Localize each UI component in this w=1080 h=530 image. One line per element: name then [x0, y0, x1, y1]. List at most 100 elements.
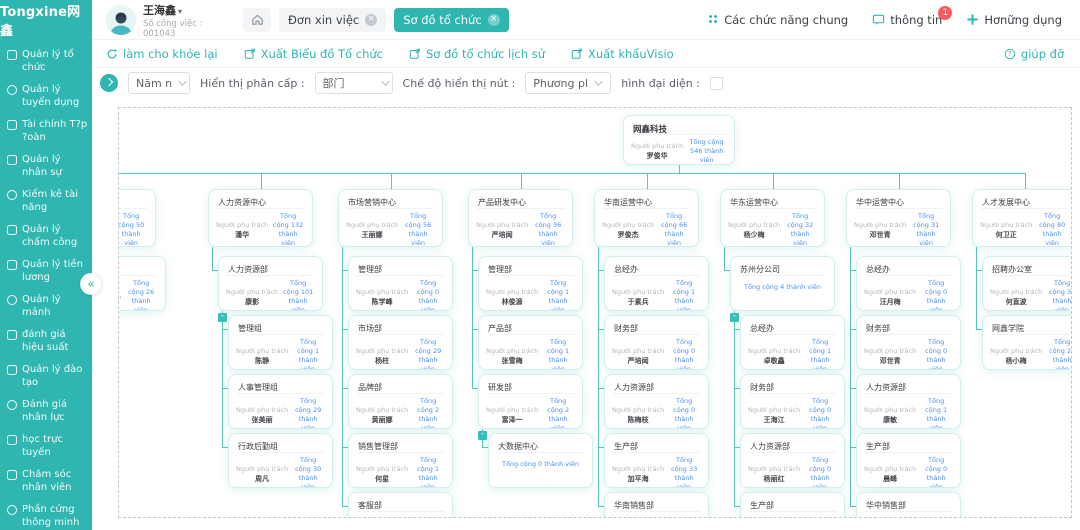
help-button[interactable]: ? giúp đỡ [1004, 47, 1064, 61]
sidebar-collapse-button[interactable]: « [80, 273, 102, 295]
org-node-member-count[interactable]: Tổng cộng 56 thành viên [401, 212, 435, 247]
sidebar-item-3[interactable]: Tài chính T?p ?oàn [0, 114, 92, 149]
org-node-c7[interactable]: 华中运营中心Người phụ trách邓世青Tổng cộng 31 thà… [846, 189, 951, 247]
sidebar-item-2[interactable]: Quản lý tuyển dụng [0, 79, 92, 114]
org-node-member-count[interactable]: Tổng cộng 0 thành viên [667, 397, 701, 429]
avatar-checkbox[interactable] [710, 77, 723, 90]
org-node-c8b[interactable]: 网鑫学院Người phụ trách杨小梅Tổng cộng 25 thành… [982, 315, 1072, 370]
org-node-member-count[interactable]: Tổng cộng 36 thành viên [531, 212, 565, 247]
org-node-c6a4[interactable]: 生产部 [740, 492, 845, 518]
org-node-member-count[interactable]: Tổng cộng 25 thành viên [1045, 338, 1072, 370]
org-node-c3e[interactable]: 客服部 [348, 492, 453, 518]
sidebar-item-14[interactable]: Phần cứng thông minh [0, 499, 92, 530]
org-node-member-count[interactable]: Tổng cộng 2 thành viên [541, 397, 575, 429]
org-node-member-count[interactable]: Tổng cộng 1 thành viên [803, 338, 837, 370]
org-node-member-count[interactable]: Tổng cộng 0 thành viên [803, 456, 837, 488]
org-node-c3b[interactable]: 市场部Người phụ trách杨柱Tổng cộng 29 thành v… [348, 315, 453, 370]
org-node-member-count[interactable]: Tổng cộng 1 thành viên [291, 338, 325, 370]
refresh-button[interactable]: làm cho khỏe lại [106, 47, 218, 61]
sidebar-item-8[interactable]: Quản lý mảnh [0, 289, 92, 324]
org-node-c7c[interactable]: 人力资源部Người phụ trách康敏Tổng cộng 1 thành … [856, 374, 961, 429]
org-node-c4a[interactable]: 管理部Người phụ trách林俊源Tổng cộng 1 thành v… [478, 256, 583, 311]
home-tab[interactable] [243, 8, 271, 32]
sidebar-item-6[interactable]: Quản lý chấm công [0, 219, 92, 254]
org-node-c2a[interactable]: 人力资源部Người phụ trách康影Tổng cộng 101 thàn… [218, 256, 323, 311]
org-node-member-count[interactable]: Tổng cộng 50 thành viên [118, 212, 148, 247]
sidebar-item-7[interactable]: Quản lý tiền lương [0, 254, 92, 289]
org-node-member-count[interactable]: Tổng cộng 1 thành viên [541, 338, 575, 370]
sidebar-item-5[interactable]: Kiểm kê tài năng [0, 184, 92, 219]
org-node-c4c1[interactable]: 大数据中心Tổng cộng 0 thành viên [488, 433, 593, 488]
org-node-member-count[interactable]: Tổng cộng 0 thành viên [667, 338, 701, 370]
org-node-c5a[interactable]: 总经办Người phụ trách于素兵Tổng cộng 1 thành v… [604, 256, 709, 311]
close-icon[interactable]: × [365, 14, 377, 26]
close-icon[interactable]: × [488, 14, 500, 26]
apps-button[interactable]: Hơnững dụng [966, 13, 1062, 27]
org-node-member-count[interactable]: Tổng cộng 0 thành viên [803, 397, 837, 429]
org-node-member-count[interactable]: Tổng cộng 66 thành viên [657, 212, 691, 247]
messages-button[interactable]: thông tin 1 [872, 13, 942, 27]
org-node-member-count[interactable]: Tổng cộng 0 thành viên [919, 456, 953, 488]
org-node-root[interactable]: 网鑫科技Người phụ trách罗俊华Tổng cộng 546 thàn… [623, 115, 735, 165]
tab-so-do-to-chuc[interactable]: Sơ đồ tổ chức × [394, 8, 508, 32]
org-node-c7a[interactable]: 总经办Người phụ trách汪月梅Tổng cộng 0 thành v… [856, 256, 961, 311]
collapse-toggle[interactable]: - [218, 313, 227, 322]
org-node-member-count[interactable]: Tổng cộng 1 thành viên [667, 279, 701, 311]
org-node-c5c[interactable]: 人力资源部Người phụ trách陈梅枝Tổng cộng 0 thành… [604, 374, 709, 429]
org-chart-canvas[interactable]: 网鑫科技Người phụ trách罗俊华Tổng cộng 546 thàn… [118, 107, 1072, 518]
org-node-member-count[interactable]: Tổng cộng 4 thành viên [744, 283, 821, 292]
org-node-member-count[interactable]: Tổng cộng 32 thành viên [783, 212, 817, 247]
sidebar-item-11[interactable]: Đánh giá nhân lực [0, 394, 92, 429]
org-node-c6[interactable]: 华东运营中心Người phụ trách杨少梅Tổng cộng 32 thà… [720, 189, 825, 247]
org-node-member-count[interactable]: Tổng cộng 30 thành viên [1045, 279, 1072, 311]
org-node-c3d[interactable]: 销售管理部Người phụ trách何星Tổng cộng 1 thành … [348, 433, 453, 488]
org-node-c2a2[interactable]: 人事管理组Người phụ trách张美丽Tổng cộng 29 thàn… [228, 374, 333, 429]
org-node-c6a3[interactable]: 人力资源部Người phụ trách杨丽红Tổng cộng 0 thành… [740, 433, 845, 488]
org-node-c2a1[interactable]: 管理组Người phụ trách陈静Tổng cộng 1 thành vi… [228, 315, 333, 370]
sidebar-item-10[interactable]: Quản lý đào tạo [0, 359, 92, 394]
org-node-member-count[interactable]: Tổng cộng 132 thành viên [271, 212, 305, 247]
org-node-member-count[interactable]: Tổng cộng 1 thành viên [541, 279, 575, 311]
org-node-c1a[interactable]: Người phụ tráchTổng cộng 26 thành viên [118, 256, 166, 311]
sidebar-item-9[interactable]: đánh giá hiệu suất [0, 324, 92, 359]
org-node-c5[interactable]: 华南运营中心Người phụ trách罗俊杰Tổng cộng 66 thà… [594, 189, 699, 247]
org-node-c8[interactable]: 人才发展中心Người phụ trách何卫正Tổng cộng 80 thà… [972, 189, 1072, 247]
org-node-c4c[interactable]: 研发部Người phụ trách富泽一Tổng cộng 2 thành v… [478, 374, 583, 429]
org-node-c5b[interactable]: 财务部Người phụ trách严培闻Tổng cộng 0 thành v… [604, 315, 709, 370]
org-node-member-count[interactable]: Tổng cộng 546 thành viên [686, 138, 727, 165]
org-node-c3[interactable]: 市场营销中心Người phụ trách王丽娜Tổng cộng 56 thà… [338, 189, 443, 247]
node-mode-select[interactable]: Phương pl [525, 72, 611, 94]
org-node-member-count[interactable]: Tổng cộng 30 thành viên [291, 456, 325, 488]
org-node-c5d[interactable]: 生产部Người phụ trách加平海Tổng cộng 33 thành … [604, 433, 709, 488]
org-node-c7b[interactable]: 财务部Người phụ trách邓世青Tổng cộng 0 thành v… [856, 315, 961, 370]
tab-don-xin-viec[interactable]: Đơn xin việc × [279, 8, 386, 32]
sidebar-item-13[interactable]: Chăm sóc nhân viên [0, 464, 92, 499]
org-node-c6a2[interactable]: 财务部Người phụ trách王海江Tổng cộng 0 thành v… [740, 374, 845, 429]
org-node-member-count[interactable]: Tổng cộng 0 thành viên [919, 279, 953, 311]
org-node-c4b[interactable]: 产品部Người phụ trách张雪梅Tổng cộng 1 thành v… [478, 315, 583, 370]
sidebar-item-1[interactable]: Quản lý tổ chức [0, 44, 92, 79]
expand-panel-button[interactable] [100, 74, 118, 92]
org-node-member-count[interactable]: Tổng cộng 1 thành viên [919, 397, 953, 429]
user-block[interactable]: 王海鑫▾ Số công việc : 001043 [106, 0, 217, 39]
org-node-c1[interactable]: Người phụ tráchTổng cộng 50 thành viên [118, 189, 156, 247]
org-node-member-count[interactable]: Tổng cộng 0 thành viên [411, 279, 445, 311]
org-history-button[interactable]: Sơ đồ tổ chức lịch sử [409, 47, 545, 61]
org-node-c5e[interactable]: 华南销售部 [604, 492, 709, 518]
export-visio-button[interactable]: Xuất khẩuVisio [571, 47, 674, 61]
level-select[interactable]: 部门 [315, 72, 393, 94]
org-node-c4[interactable]: 产品研发中心Người phụ trách严培闻Tổng cộng 36 thà… [468, 189, 573, 247]
org-node-member-count[interactable]: Tổng cộng 26 thành viên [124, 279, 158, 311]
org-node-c7e[interactable]: 华中销售部 [856, 492, 961, 518]
org-node-c6a1[interactable]: 总经办Người phụ trách卓敬鑫Tổng cộng 1 thành v… [740, 315, 845, 370]
sidebar-item-4[interactable]: Quản lý nhân sự [0, 149, 92, 184]
org-node-member-count[interactable]: Tổng cộng 29 thành viên [291, 397, 325, 429]
org-node-member-count[interactable]: Tổng cộng 31 thành viên [909, 212, 943, 247]
org-node-c2[interactable]: 人力资源中心Người phụ trách潘华Tổng cộng 132 thà… [208, 189, 313, 247]
org-node-member-count[interactable]: Tổng cộng 1 thành viên [411, 456, 445, 488]
org-node-member-count[interactable]: Tổng cộng 2 thành viên [411, 397, 445, 429]
org-node-c2a3[interactable]: 行政后勤组Người phụ trách周凡Tổng cộng 30 thành… [228, 433, 333, 488]
org-node-c6a[interactable]: 苏州分公司Tổng cộng 4 thành viên [730, 256, 835, 311]
org-node-c3a[interactable]: 管理部Người phụ trách陈学峰Tổng cộng 0 thành v… [348, 256, 453, 311]
org-node-c7d[interactable]: 生产部Người phụ trách晨峰Tổng cộng 0 thành vi… [856, 433, 961, 488]
